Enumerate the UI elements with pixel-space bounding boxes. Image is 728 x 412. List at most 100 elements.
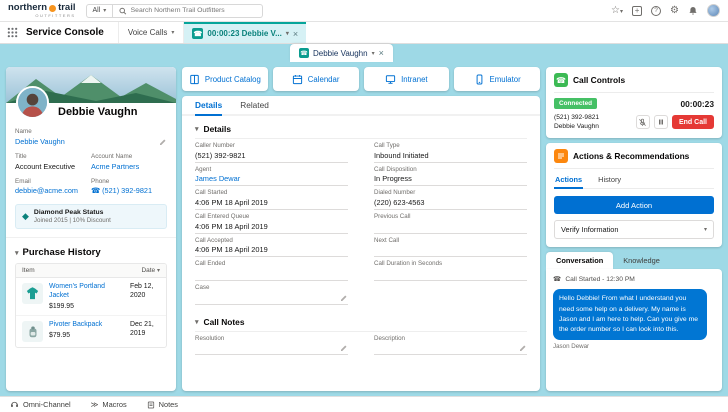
purchase-history-header: ▾ Purchase History — [6, 237, 176, 263]
favorites-star-icon[interactable]: ☆▾ — [611, 5, 623, 16]
call-notes-section-header[interactable]: ▾ Call Notes — [195, 311, 527, 332]
note-icon — [147, 401, 154, 408]
close-icon[interactable]: × — [379, 48, 384, 58]
edit-pencil-icon[interactable] — [519, 344, 527, 352]
calendar-button[interactable]: Calendar — [272, 67, 359, 91]
account-link[interactable]: Acme Partners — [91, 162, 167, 173]
contact-name-link[interactable]: Debbie Vaughn — [15, 137, 65, 148]
contact-email-field: Email debbie@acme.com — [15, 178, 91, 198]
field-call-started: Call Started 4:06 PM 18 April 2019 — [195, 186, 348, 211]
purchase-date: Feb 12, 2020 — [130, 283, 154, 300]
backpack-image — [29, 326, 36, 337]
tab-details[interactable]: Details — [195, 100, 223, 116]
product-link[interactable]: Pivoter Backpack — [49, 321, 124, 330]
nav-item-voice-calls[interactable]: Voice Calls ▾ — [117, 22, 185, 43]
field-resolution: Resolution — [195, 332, 348, 356]
column-header-date[interactable]: Date ▾ — [141, 267, 160, 274]
notes-button[interactable]: Notes — [147, 400, 178, 409]
intranet-button[interactable]: Intranet — [363, 67, 450, 91]
global-actions-icon[interactable]: + — [632, 5, 643, 16]
contact-display-name: Debbie Vaughn — [58, 106, 138, 118]
field-label: Account Name — [91, 152, 133, 160]
omni-channel-button[interactable]: Omni-Channel — [10, 400, 71, 409]
product-price: $79.95 — [49, 332, 71, 340]
monitor-icon — [386, 74, 396, 84]
global-header: northern trail OUTFITTERS All ▾ ☆▾ + ? ⚙ — [0, 0, 728, 22]
contact-title-field: Title Account Executive — [15, 153, 91, 173]
field-value: 4:06 PM 18 April 2019 — [195, 198, 268, 208]
action-select[interactable]: Verify Information ▾ — [554, 220, 714, 240]
mobile-device-icon — [476, 74, 482, 84]
global-search[interactable] — [113, 3, 264, 18]
subtab-label: Debbie Vaughn — [313, 48, 368, 58]
edit-pencil-icon[interactable] — [340, 344, 348, 352]
product-catalog-button[interactable]: Product Catalog — [182, 67, 268, 91]
subtab-debbie-vaughn[interactable]: ☎ Debbie Vaughn ▾ × — [290, 44, 393, 62]
tab-history[interactable]: History — [597, 171, 622, 188]
contact-account-field: Account Name Acme Partners — [91, 153, 167, 173]
setup-gear-icon[interactable]: ⚙ — [670, 5, 679, 16]
mute-button[interactable] — [635, 115, 650, 130]
edit-pencil-icon[interactable] — [159, 138, 167, 146]
chevron-down-icon[interactable]: ▾ — [15, 249, 19, 257]
utility-label: Macros — [102, 400, 127, 409]
end-call-button[interactable]: End Call — [671, 115, 714, 130]
chat-message-sender: Jason Dewar — [553, 343, 590, 351]
purchase-history-title: Purchase History — [22, 247, 101, 259]
chevron-down-icon[interactable]: ▾ — [372, 50, 375, 57]
edit-pencil-icon[interactable] — [340, 294, 348, 302]
logo-tagline: OUTFITTERS — [35, 12, 76, 18]
column-header-item[interactable]: Item — [22, 267, 35, 274]
notifications-bell-icon[interactable] — [688, 6, 698, 16]
console-navbar: Service Console Voice Calls ▾ ☎ 00:00:23… — [0, 22, 728, 44]
call-notes-grid: Resolution Description — [195, 332, 527, 356]
emulator-button[interactable]: Emulator — [454, 67, 540, 91]
product-link[interactable]: Women's Portland Jacket — [49, 283, 124, 301]
table-row[interactable]: Pivoter Backpack $79.95 Dec 21, 2019 — [16, 316, 166, 347]
call-started-row: ☎ Call Started - 12:30 PM — [553, 275, 715, 289]
email-link[interactable]: debbie@acme.com — [15, 186, 91, 197]
chevron-down-icon: ▾ — [103, 8, 107, 14]
details-field-grid: Caller Number (521) 392-9821 Call Type I… — [195, 139, 527, 305]
field-label: Phone — [91, 177, 110, 185]
company-logo: northern trail OUTFITTERS — [8, 3, 76, 18]
search-scope-dropdown[interactable]: All ▾ — [85, 3, 114, 18]
record-phone-icon: ☎ — [299, 48, 309, 58]
workspace-tab-active-call[interactable]: ☎ 00:00:23 Debbie V... ▾ × — [184, 22, 307, 43]
loyalty-status-detail: Joined 2015 | 10% Discount — [33, 217, 111, 225]
details-section-header[interactable]: ▾ Details — [195, 118, 527, 139]
app-launcher-icon[interactable] — [0, 22, 24, 43]
chevron-down-icon[interactable]: ▾ — [171, 29, 174, 36]
macros-button[interactable]: ≫ Macros — [91, 400, 127, 409]
conversation-body: ☎ Call Started - 12:30 PM Hello Debbie! … — [546, 269, 722, 391]
agent-link[interactable]: James Dewar — [195, 174, 240, 183]
add-action-button[interactable]: Add Action — [554, 196, 714, 215]
status-badge: Connected — [554, 98, 598, 109]
conversation-panel: Conversation Knowledge ☎ Call Started - … — [546, 252, 722, 391]
tab-actions[interactable]: Actions — [554, 171, 584, 190]
field-value: In Progress — [374, 174, 412, 184]
main-content: Debbie Vaughn Name Debbie Vaughn Title A… — [0, 62, 728, 396]
tab-conversation[interactable]: Conversation — [546, 252, 614, 270]
user-avatar[interactable] — [707, 4, 720, 17]
logo-word1: northern — [8, 2, 48, 14]
chevron-down-icon[interactable]: ▾ — [286, 30, 289, 37]
record-tabs: Details Related — [182, 96, 540, 116]
search-input[interactable] — [130, 7, 257, 14]
hold-button[interactable] — [653, 115, 668, 130]
actions-icon — [554, 149, 568, 164]
tab-related[interactable]: Related — [240, 100, 269, 114]
phone-link[interactable]: ☎ (521) 392-9821 — [91, 186, 167, 197]
field-value: 4:06 PM 18 April 2019 — [195, 245, 268, 255]
phone-icon: ☎ — [192, 28, 204, 39]
field-value: (220) 623-4563 — [374, 198, 425, 208]
call-controls-title: Call Controls — [573, 75, 626, 85]
search-icon — [119, 7, 127, 15]
table-row[interactable]: Women's Portland Jacket $199.95 Feb 12, … — [16, 278, 166, 317]
tab-knowledge[interactable]: Knowledge — [613, 252, 670, 269]
close-icon[interactable]: × — [293, 29, 298, 39]
subtab-row: ☎ Debbie Vaughn ▾ × — [0, 44, 728, 62]
help-icon[interactable]: ? — [651, 5, 662, 16]
quick-action-label: Intranet — [401, 74, 428, 84]
quick-action-label: Product Catalog — [204, 74, 261, 84]
